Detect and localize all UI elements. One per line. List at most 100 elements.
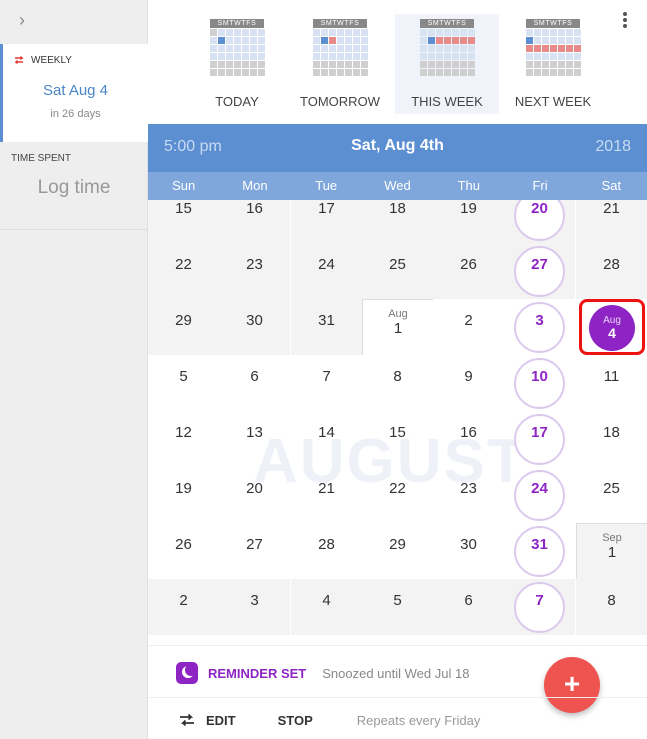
expand-chevron-icon[interactable]: › [10,8,34,32]
quick-option-today[interactable]: SMTWTFS TODAY [185,14,289,114]
reminder-row[interactable]: REMINDER SET Snoozed until Wed Jul 18 [176,662,469,684]
header-date: Sat, Aug 4th [351,137,444,154]
calendar-day[interactable]: 25 [576,467,647,523]
calendar-day[interactable]: 23 [219,243,290,299]
calendar-day[interactable]: Aug 1 [362,299,433,355]
calendar-day[interactable]: 8 [362,355,433,411]
day-number: 23 [460,480,477,497]
more-vert-icon[interactable] [621,12,629,32]
quick-option-tomorrow[interactable]: SMTWTFS TOMORROW [288,14,392,114]
stop-button[interactable]: STOP [278,713,313,728]
calendar-day[interactable]: 27 [504,243,575,299]
calendar-day[interactable]: 31 [291,299,362,355]
add-fab-button[interactable]: + [544,657,600,713]
time-spent-label: TIME SPENT [11,153,72,164]
calendar-day[interactable]: 20 [504,200,575,243]
calendar-day[interactable]: 6 [219,355,290,411]
calendar-day[interactable]: 16 [219,200,290,243]
day-number: 29 [389,536,406,553]
calendar-day[interactable]: 13 [219,411,290,467]
calendar-day[interactable]: 26 [433,243,504,299]
weekly-date: Sat Aug 4 [42,82,109,99]
calendar-day[interactable]: 2 [148,579,219,635]
calendar-week-row: 5 6 7 8 9 10 11 [148,355,647,411]
calendar-day[interactable]: 7 [291,355,362,411]
calendar-day[interactable]: 15 [362,411,433,467]
calendar-day[interactable]: 5 [148,355,219,411]
calendar-day[interactable]: 4 [291,579,362,635]
calendar-day[interactable]: 27 [219,523,290,579]
calendar-day[interactable]: 21 [291,467,362,523]
calendar-day[interactable]: 10 [504,355,575,411]
bottom-bar: REMINDER SET Snoozed until Wed Jul 18 + … [148,645,647,739]
header-year[interactable]: 2018 [595,138,631,156]
calendar-day[interactable]: 7 [504,579,575,635]
calendar-day[interactable]: 20 [219,467,290,523]
calendar-day[interactable]: 12 [148,411,219,467]
calendar-day[interactable]: 2 [433,299,504,355]
day-number: 15 [389,424,406,441]
day-number: 27 [246,536,263,553]
calendar-day[interactable]: Aug 4 [576,299,647,355]
weekday-label: Fri [532,178,548,193]
calendar-day[interactable]: 26 [148,523,219,579]
calendar-day[interactable]: 28 [291,523,362,579]
calendar-day[interactable]: 22 [148,243,219,299]
calendar-day[interactable]: 15 [148,200,219,243]
time-spent-section: TIME SPENT Log time [0,142,148,230]
calendar-day[interactable]: 29 [148,299,219,355]
log-time-button[interactable]: Log time [0,177,148,199]
day-number: 1 [607,544,617,561]
day-number: 21 [603,200,620,217]
calendar-day[interactable]: 3 [219,579,290,635]
quick-option-label: TOMORROW [300,94,380,109]
calendar-grid[interactable]: AUGUST 15 16 17 18 19 20 21 22 23 24 25 26 27 28 29 30 3… [148,200,647,645]
quick-option-next-week[interactable]: SMTWTFS NEXT WEEK [501,14,605,114]
calendar-day[interactable]: 25 [362,243,433,299]
calendar-day[interactable]: 18 [362,200,433,243]
calendar-day[interactable]: 22 [362,467,433,523]
calendar-day[interactable]: 28 [576,243,647,299]
calendar-day[interactable]: 18 [576,411,647,467]
quick-option-label: TODAY [215,94,259,109]
day-number: 28 [318,536,335,553]
calendar-day[interactable]: 19 [148,467,219,523]
edit-button[interactable]: EDIT [178,712,236,728]
calendar-day[interactable]: 11 [576,355,647,411]
day-number: 30 [460,536,477,553]
calendar-day[interactable]: 23 [433,467,504,523]
calendar-day[interactable]: 17 [504,411,575,467]
calendar-day[interactable]: 17 [291,200,362,243]
calendar-day[interactable]: 3 [504,299,575,355]
calendar-day[interactable]: 24 [291,243,362,299]
calendar-day[interactable]: Sep 1 [576,523,647,579]
calendar-day[interactable]: 31 [504,523,575,579]
calendar-day[interactable]: 24 [504,467,575,523]
calendar-day[interactable]: 8 [576,579,647,635]
weekly-repeat-card[interactable]: WEEKLY Sat Aug 4 in 26 days [0,44,148,142]
day-number: 19 [460,200,477,217]
calendar-day[interactable]: 30 [433,523,504,579]
weekday-label: Mon [242,178,268,193]
quick-option-this-week[interactable]: SMTWTFS THIS WEEK [395,14,499,114]
weekday-label: Wed [384,178,411,193]
calendar-day[interactable]: 9 [433,355,504,411]
month-marker: Aug [388,308,408,320]
day-number: 17 [318,200,335,217]
day-number: 7 [535,592,544,609]
app-root: › WEEKLY Sat Aug 4 in 26 days TIME SPENT… [0,0,647,739]
selected-day-highlight[interactable]: Aug 4 [579,299,645,355]
calendar-day[interactable]: 21 [576,200,647,243]
calendar-day[interactable]: 14 [291,411,362,467]
calendar-day[interactable]: 30 [219,299,290,355]
weekday-label: Thu [457,178,480,193]
calendar-day[interactable]: 29 [362,523,433,579]
action-row: EDIT STOP Repeats every Friday [178,712,480,728]
day-number: 2 [179,592,188,609]
day-number: 7 [322,368,331,385]
day-number: 2 [464,312,473,329]
calendar-day[interactable]: 19 [433,200,504,243]
calendar-day[interactable]: 5 [362,579,433,635]
calendar-day[interactable]: 16 [433,411,504,467]
calendar-day[interactable]: 6 [433,579,504,635]
